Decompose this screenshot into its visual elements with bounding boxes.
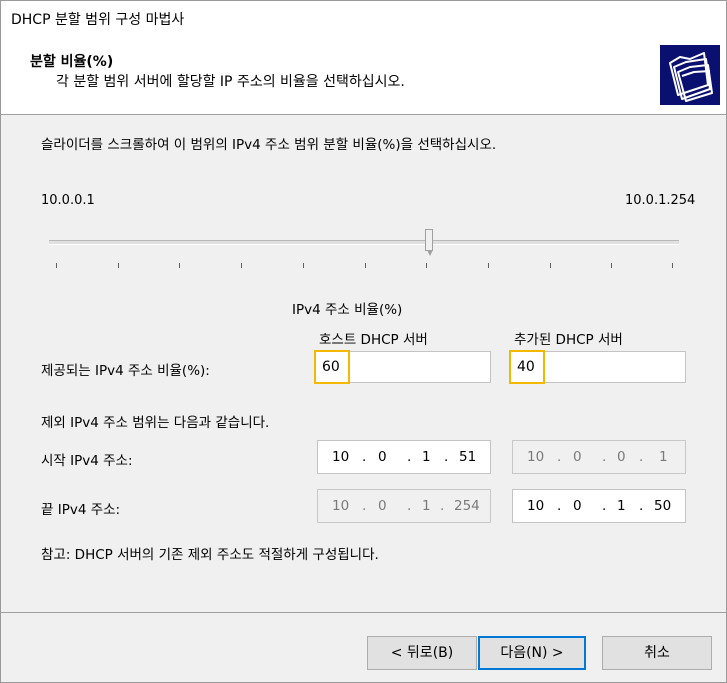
slider-tick — [550, 263, 551, 268]
folders-icon — [660, 45, 720, 105]
ip-dot: . — [557, 498, 562, 514]
host-server-header: 호스트 DHCP 서버 — [319, 332, 428, 348]
added-start-ip-field: 10 . 0 . 0 . 1 — [512, 440, 686, 474]
host-ratio-value: 60 — [322, 359, 340, 375]
ip-octet-4[interactable]: 50 — [654, 498, 671, 514]
slider-start-label: 10.0.0.1 — [41, 193, 95, 208]
ip-octet-3: 0 — [617, 449, 626, 465]
slider-tick — [611, 263, 612, 268]
ip-dot: . — [407, 449, 412, 465]
end-ip-label: 끝 IPv4 주소: — [41, 502, 121, 518]
ip-dot: . — [407, 498, 412, 514]
window-title: DHCP 분할 범위 구성 마법사 — [11, 12, 185, 28]
ip-octet-4: 1 — [659, 449, 668, 465]
ratio-group-label: IPv4 주소 비율(%) — [292, 302, 403, 318]
added-server-header: 추가된 DHCP 서버 — [514, 332, 623, 348]
ip-octet-3[interactable]: 1 — [422, 449, 431, 465]
slider-tick — [56, 263, 57, 268]
ip-octet-4: 254 — [454, 498, 480, 514]
slider-tick — [426, 263, 427, 268]
slider-tick — [118, 263, 119, 268]
note-text: 참고: DHCP 서버의 기존 제외 주소도 적절하게 구성됩니다. — [41, 547, 379, 563]
slider-tick — [365, 263, 366, 268]
ip-dot: . — [602, 449, 607, 465]
ip-octet-2: 0 — [378, 498, 387, 514]
page-title: 분할 비율(%) — [30, 54, 114, 70]
ip-dot: . — [362, 498, 367, 514]
ip-octet-1: 10 — [527, 449, 545, 465]
ip-dot: . — [362, 449, 367, 465]
ip-octet-1[interactable]: 10 — [527, 498, 544, 514]
slider-tick — [241, 263, 242, 268]
added-ratio-value: 40 — [517, 359, 535, 375]
cancel-button[interactable]: 취소 — [602, 636, 712, 670]
back-button[interactable]: < 뒤로(B) — [367, 636, 477, 670]
ip-octet-1[interactable]: 10 — [332, 449, 349, 465]
host-ratio-input[interactable]: 60 — [314, 350, 491, 384]
wizard-header: 분할 비율(%) 각 분할 범위 서버에 할당할 IP 주소의 비율을 선택하십… — [1, 35, 726, 115]
ip-dot: . — [440, 498, 445, 514]
slider-tick — [672, 263, 673, 268]
ip-dot: . — [602, 498, 607, 514]
added-ratio-input[interactable]: 40 — [509, 350, 686, 384]
slider-tick — [179, 263, 180, 268]
slider-tick — [488, 263, 489, 268]
split-slider-thumb[interactable] — [425, 229, 433, 256]
ip-octet-4[interactable]: 51 — [459, 449, 476, 465]
ip-octet-2: 0 — [573, 449, 582, 465]
page-subtitle: 각 분할 범위 서버에 할당할 IP 주소의 비율을 선택하십시오. — [56, 74, 405, 90]
ip-dot: . — [557, 449, 562, 465]
host-end-ip-field: 10 . 0 . 1 . 254 — [317, 489, 491, 523]
host-start-ip-field[interactable]: 10 . 0 . 1 . 51 — [317, 440, 491, 474]
ip-octet-3: 1 — [422, 498, 431, 514]
ip-octet-1: 10 — [332, 498, 350, 514]
ip-octet-2[interactable]: 0 — [378, 449, 387, 465]
title-bar: DHCP 분할 범위 구성 마법사 — [1, 1, 726, 35]
start-ip-label: 시작 IPv4 주소: — [41, 453, 133, 469]
next-button[interactable]: 다음(N) > — [478, 636, 586, 670]
slider-tick — [303, 263, 304, 268]
added-end-ip-field[interactable]: 10 . 0 . 1 . 50 — [512, 489, 686, 523]
ip-dot: . — [639, 449, 644, 465]
instruction-text: 슬라이더를 스크롤하여 이 범위의 IPv4 주소 범위 분할 비율(%)을 선… — [41, 137, 497, 153]
wizard-window: DHCP 분할 범위 구성 마법사 분할 비율(%) 각 분할 범위 서버에 할… — [0, 0, 727, 683]
ratio-row-label: 제공되는 IPv4 주소 비율(%): — [41, 363, 210, 379]
split-slider-track[interactable] — [49, 240, 679, 245]
ip-octet-3[interactable]: 1 — [617, 498, 626, 514]
ip-octet-2[interactable]: 0 — [573, 498, 582, 514]
ip-dot: . — [639, 498, 644, 514]
exclusion-label: 제외 IPv4 주소 범위는 다음과 같습니다. — [41, 415, 270, 431]
ip-dot: . — [444, 449, 449, 465]
slider-end-label: 10.0.1.254 — [625, 193, 696, 208]
